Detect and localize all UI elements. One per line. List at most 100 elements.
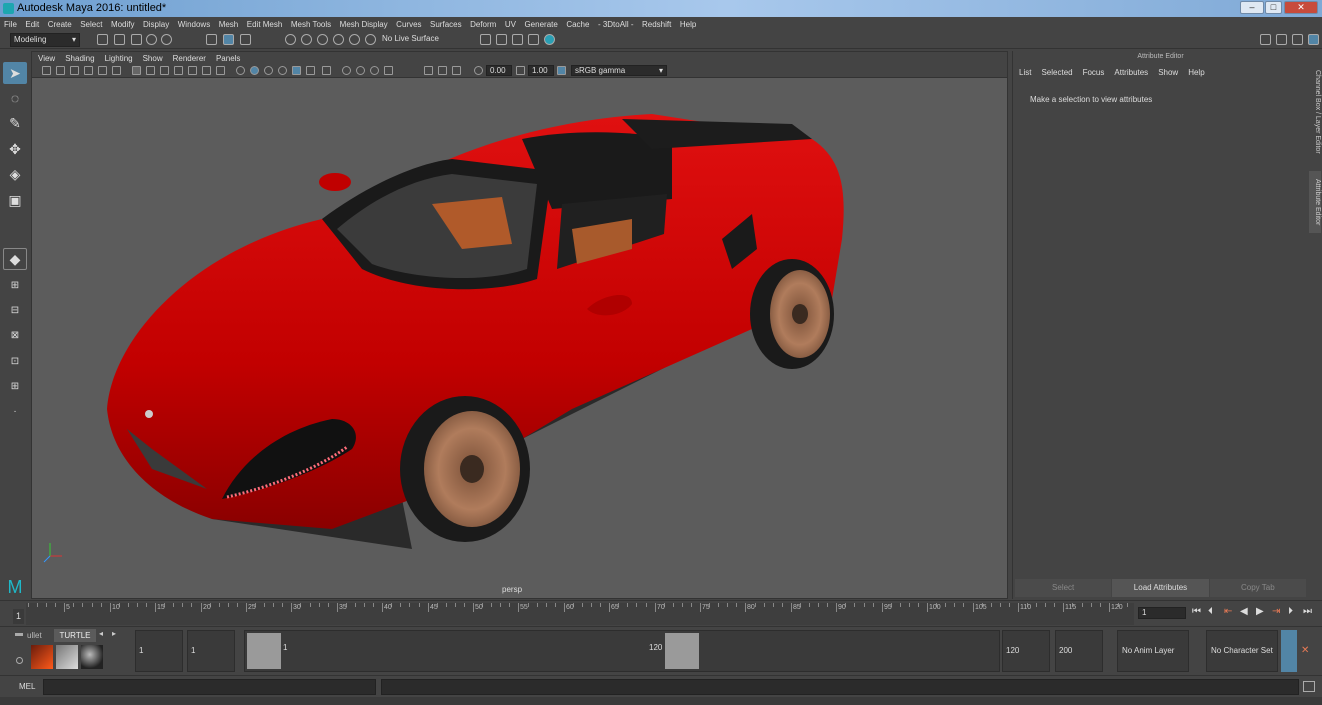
save-scene-icon[interactable] [131,34,142,45]
mode-selector[interactable]: Modeling ▾ [10,33,80,47]
channel-box-toggle-icon[interactable] [1308,34,1319,45]
menu-edit-mesh[interactable]: Edit Mesh [247,20,283,29]
move-tool-icon[interactable]: ✥ [3,138,27,160]
render-settings-icon[interactable] [528,34,539,45]
image-plane-icon[interactable] [84,66,93,75]
snap-grid-icon[interactable] [285,34,296,45]
snap-view-icon[interactable] [333,34,344,45]
turtle-render-shelf-icon[interactable] [56,645,78,669]
shelf-scroll-right-icon[interactable]: ▸ [112,629,116,638]
view-transform-select[interactable]: sRGB gamma ▾ [571,65,667,76]
turtle-bake-shelf-icon[interactable] [31,645,53,669]
side-by-side-layout-icon[interactable]: ⊟ [3,299,27,321]
menu-file[interactable]: File [4,20,17,29]
viewport-menu-view[interactable]: View [38,54,55,63]
exposure-field[interactable]: 0.00 [486,65,512,76]
menu-uv[interactable]: UV [505,20,516,29]
attr-menu-help[interactable]: Help [1188,68,1204,77]
shadows-icon[interactable] [306,66,315,75]
step-back-key-icon[interactable]: ⇤ [1224,606,1232,617]
wireframe-on-shaded-icon[interactable] [264,66,273,75]
shelf-tab-turtle[interactable]: TURTLE [54,629,96,642]
select-by-hierarchy-icon[interactable] [206,34,217,45]
menu-edit[interactable]: Edit [25,20,39,29]
graph-editor-layout-icon[interactable]: ⊡ [3,350,27,372]
modeling-toolkit-icon[interactable] [1260,34,1271,45]
tab-channel-box[interactable]: Channel Box / Layer Editor [1309,59,1321,164]
grease-pencil-icon[interactable] [112,66,121,75]
menu-windows[interactable]: Windows [178,20,210,29]
step-forward-key-icon[interactable]: ⇥ [1272,606,1280,617]
four-view-layout-icon[interactable]: ⊞ [3,274,27,296]
menu-mesh-display[interactable]: Mesh Display [340,20,388,29]
perspective-viewport[interactable]: View Shading Lighting Show Renderer Panels 0.… [31,51,1008,599]
menu-modify[interactable]: Modify [111,20,135,29]
grid-icon[interactable] [132,66,141,75]
menu-redshift[interactable]: Redshift [642,20,671,29]
attr-menu-attributes[interactable]: Attributes [1114,68,1148,77]
make-live-icon[interactable] [365,34,376,45]
viewport-menu-show[interactable]: Show [143,54,163,63]
step-back-frame-icon[interactable]: ⏴ [1208,606,1213,617]
menu-create[interactable]: Create [48,20,72,29]
shelf-settings-icon[interactable] [16,657,23,664]
car-model[interactable] [32,79,1007,599]
xray-active-icon[interactable] [438,66,447,75]
rotate-tool-icon[interactable]: ◈ [3,163,27,185]
menu-mesh-tools[interactable]: Mesh Tools [291,20,331,29]
select-by-object-icon[interactable] [223,34,234,45]
textured-icon[interactable] [278,66,287,75]
attr-menu-show[interactable]: Show [1158,68,1178,77]
gamma-field[interactable]: 1.00 [528,65,554,76]
smooth-shade-icon[interactable] [250,66,259,75]
camera-select-icon[interactable] [42,66,51,75]
redo-icon[interactable] [161,34,172,45]
shelf-menu-icon[interactable] [15,633,23,636]
render-view-icon[interactable] [480,34,491,45]
menu-display[interactable]: Display [143,20,169,29]
character-set-select[interactable]: No Character Set [1206,630,1278,672]
tab-attribute-editor[interactable]: Attribute Editor [1309,171,1321,233]
range-slider-track[interactable]: 1 120 [244,630,1000,672]
outliner-layout-icon[interactable]: ⊠ [3,324,27,346]
ipr-render-icon[interactable] [512,34,523,45]
snap-point-icon[interactable] [317,34,328,45]
menu-mesh[interactable]: Mesh [219,20,239,29]
multisample-aa-icon[interactable] [356,66,365,75]
menu-surfaces[interactable]: Surfaces [430,20,462,29]
attr-menu-list[interactable]: List [1019,68,1031,77]
range-end-handle[interactable] [665,633,699,669]
menu-3dtoall[interactable]: - 3DtoAll - [598,20,634,29]
play-backwards-icon[interactable]: ◀ [1240,606,1248,617]
attr-menu-focus[interactable]: Focus [1083,68,1105,77]
hypershade-icon[interactable] [544,34,555,45]
menu-generate[interactable]: Generate [524,20,557,29]
paint-select-tool-icon[interactable]: ✎ [3,112,27,134]
depth-of-field-icon[interactable] [370,66,379,75]
viewport-menu-panels[interactable]: Panels [216,54,240,63]
script-editor-icon[interactable] [1303,681,1315,692]
snap-surface-icon[interactable] [349,34,360,45]
bookmark-icon[interactable] [70,66,79,75]
render-current-icon[interactable] [496,34,507,45]
ambient-occlusion-icon[interactable] [322,66,331,75]
safe-action-icon[interactable] [202,66,211,75]
scene-start-field[interactable]: 1 [135,630,183,672]
menu-cache[interactable]: Cache [566,20,589,29]
auto-key-icon[interactable] [1281,630,1297,672]
scene-end-field[interactable]: 200 [1055,630,1103,672]
color-management-icon[interactable] [557,66,566,75]
undo-icon[interactable] [146,34,157,45]
shelf-scroll-left-icon[interactable]: ◂ [99,629,103,638]
range-start-handle[interactable] [247,633,281,669]
tool-settings-icon[interactable] [1292,34,1303,45]
shelf-tab-bullet[interactable]: ullet [27,629,52,642]
mel-label[interactable]: MEL [19,682,35,691]
attribute-editor-toggle-icon[interactable] [1276,34,1287,45]
custom-layout-icon[interactable]: · [3,400,27,422]
viewport-menu-shading[interactable]: Shading [65,54,94,63]
snap-curve-icon[interactable] [301,34,312,45]
gate-mask-icon[interactable] [174,66,183,75]
go-to-end-icon[interactable]: ⏭ [1303,606,1312,617]
viewport-menu-renderer[interactable]: Renderer [173,54,206,63]
